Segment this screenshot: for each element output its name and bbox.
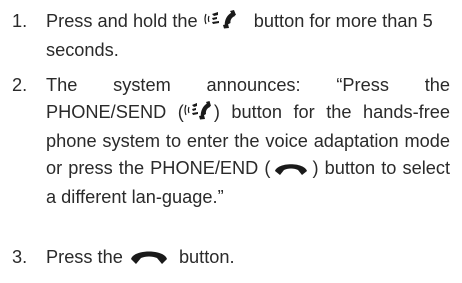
step-text: Press and hold the button for more than …: [46, 9, 433, 60]
step-number: 2.: [12, 75, 28, 95]
phone-end-icon: [274, 157, 308, 184]
step-3: 3. Press the button.: [12, 244, 452, 271]
step-number: 1.: [12, 11, 28, 31]
phone-send-voice-icon: [184, 100, 214, 128]
phone-end-icon: [130, 246, 168, 273]
phone-send-voice-icon: [203, 9, 249, 37]
step-1: 1. Press and hold the button for more th…: [12, 8, 452, 62]
step-text: The system announces: “Press the PHONE/S…: [46, 75, 451, 207]
step-text: Press the button.: [46, 244, 450, 273]
step-2: 2. The system announces: “Press the PHON…: [12, 72, 452, 234]
step-number: 3.: [12, 247, 28, 267]
